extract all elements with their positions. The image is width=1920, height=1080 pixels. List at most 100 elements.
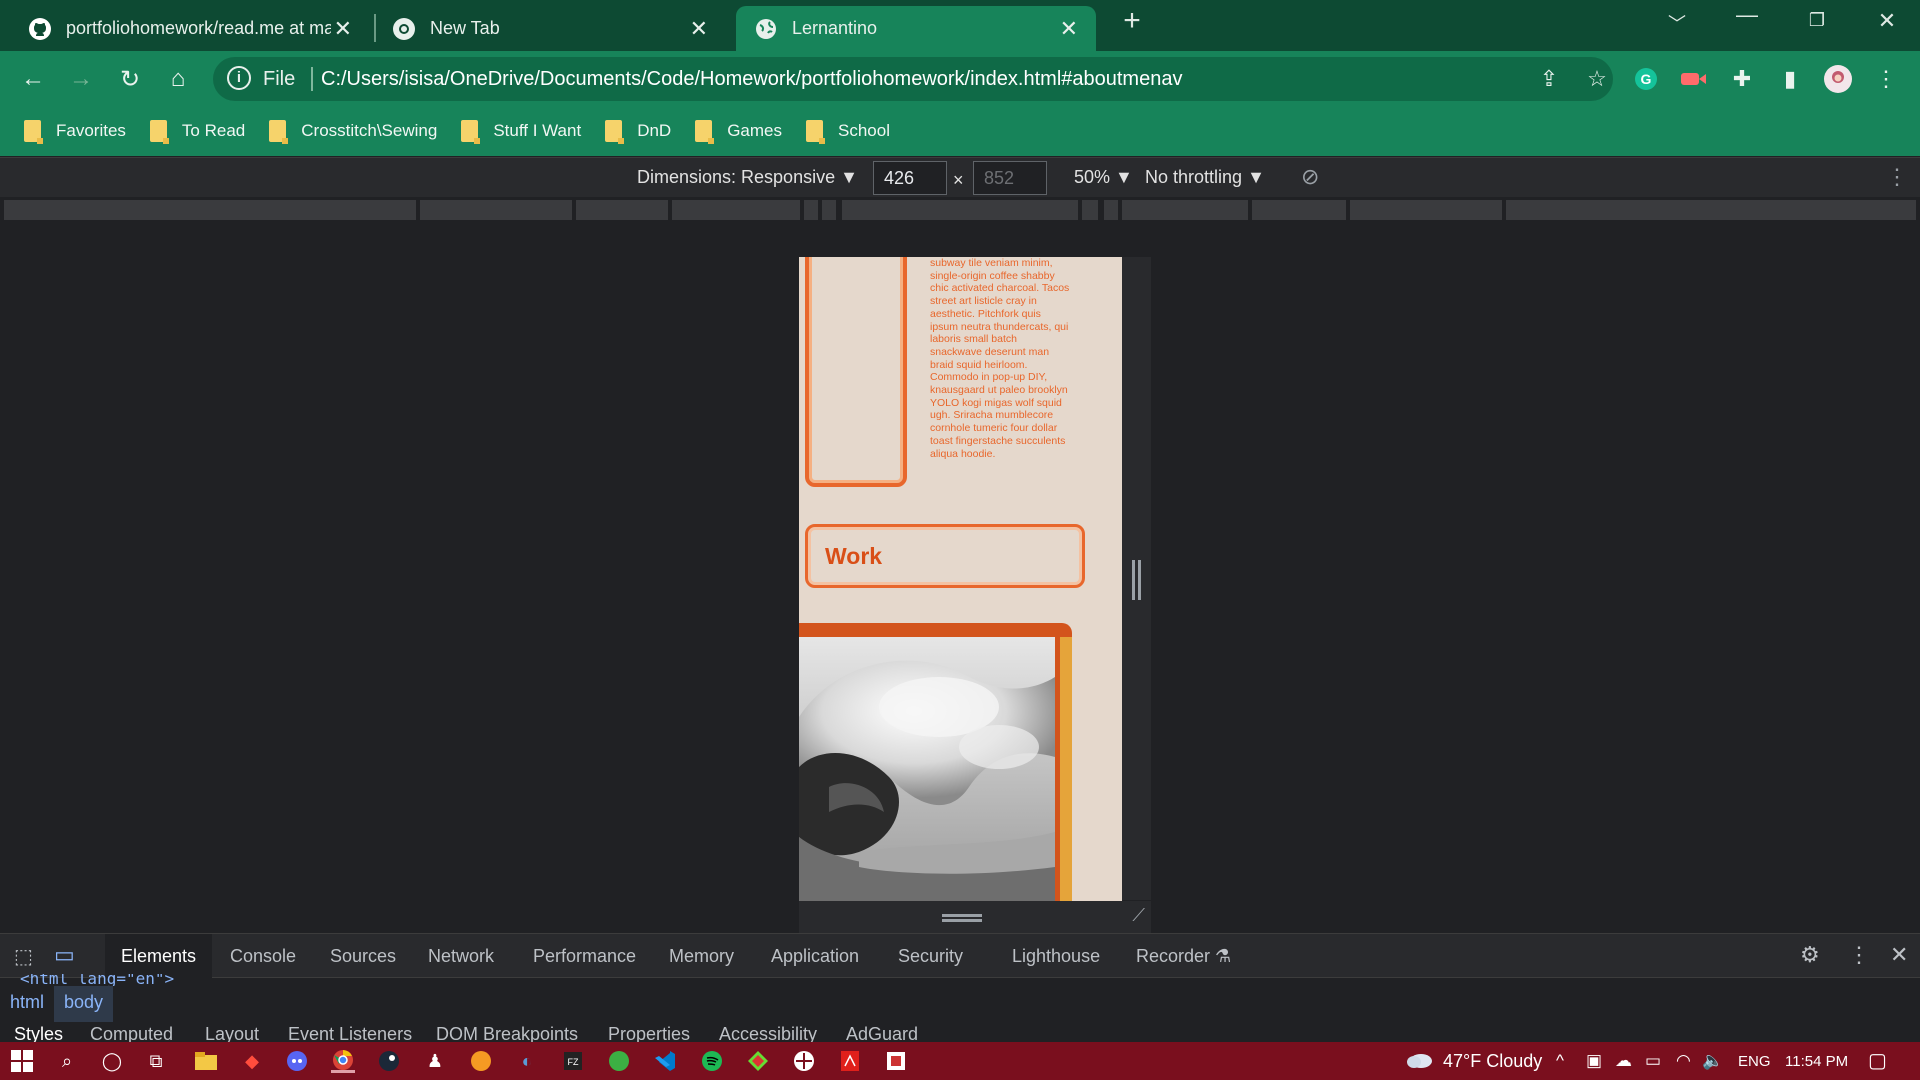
bookmark-star-icon[interactable]: ☆ <box>1581 63 1613 95</box>
media-query-bar[interactable] <box>0 198 1920 224</box>
media-query-segment[interactable] <box>1350 200 1502 220</box>
bookmark-folder[interactable]: School <box>806 120 890 144</box>
tab-lighthouse[interactable]: Lighthouse <box>1012 946 1100 967</box>
battery-icon[interactable]: ▭ <box>1645 1051 1661 1071</box>
bookmark-folder[interactable]: To Read <box>149 120 245 144</box>
subtab-adguard[interactable]: AdGuard <box>846 1024 918 1044</box>
side-panel-icon[interactable]: ▮ <box>1774 63 1806 95</box>
bookmark-folder[interactable]: Crosstitch\Sewing <box>269 120 437 144</box>
meet-now-icon[interactable]: ▣ <box>1586 1051 1602 1071</box>
restore-icon[interactable]: ❐ <box>1797 10 1837 31</box>
viewport-resize-handle-right[interactable] <box>1122 257 1151 900</box>
back-icon[interactable]: ← <box>15 61 51 97</box>
home-icon[interactable]: ⌂ <box>160 61 196 97</box>
media-query-segment[interactable] <box>842 200 1078 220</box>
info-icon[interactable]: i <box>227 66 251 90</box>
onedrive-icon[interactable]: ☁ <box>1615 1051 1632 1071</box>
clock[interactable]: 11:54 PM <box>1785 1053 1848 1070</box>
show-hidden-icons-chevron[interactable]: ^ <box>1556 1051 1564 1071</box>
dom-tree-line[interactable]: <html lang="en"> <box>20 974 174 986</box>
bookmark-folder[interactable]: Games <box>695 120 782 144</box>
tab-application[interactable]: Application <box>771 946 859 967</box>
tab-search-icon[interactable]: ﹀ <box>1657 10 1697 36</box>
discord-icon[interactable] <box>285 1049 309 1073</box>
volume-icon[interactable]: 🔈 <box>1702 1051 1723 1071</box>
close-window-icon[interactable]: ✕ <box>1867 8 1907 34</box>
breadcrumb-body[interactable]: body <box>54 986 114 1022</box>
tab-sources[interactable]: Sources <box>330 946 396 967</box>
menu-kebab-icon[interactable]: ⋮ <box>1870 63 1902 95</box>
wave-image[interactable] <box>799 637 1055 901</box>
forward-icon[interactable]: → <box>63 61 99 97</box>
app-red-icon[interactable]: ◆ <box>240 1049 264 1073</box>
media-query-segment[interactable] <box>672 200 800 220</box>
minimize-icon[interactable]: — <box>1727 2 1767 28</box>
wifi-icon[interactable]: ◠ <box>1676 1051 1691 1071</box>
media-query-segment[interactable] <box>1122 200 1248 220</box>
device-toggle-icon[interactable]: ▭ <box>54 942 75 968</box>
media-query-segment[interactable] <box>576 200 668 220</box>
close-tab-icon[interactable]: ✕ <box>334 16 352 42</box>
task-view-icon[interactable]: ⧉ <box>144 1049 168 1073</box>
bookmark-folder[interactable]: Favorites <box>24 120 126 144</box>
throttling-dropdown[interactable]: No throttling ▼ <box>1145 167 1265 188</box>
app-pixel-icon[interactable] <box>884 1049 908 1073</box>
bookmark-folder[interactable]: Stuff I Want <box>461 120 581 144</box>
app-diamond-icon[interactable] <box>746 1049 770 1073</box>
media-query-segment[interactable] <box>1506 200 1916 220</box>
app-green-icon[interactable] <box>607 1049 631 1073</box>
reload-icon[interactable]: ↻ <box>112 61 148 97</box>
tab-memory[interactable]: Memory <box>669 946 734 967</box>
app-blue-icon[interactable]: ◐ <box>515 1049 539 1073</box>
subtab-event-listeners[interactable]: Event Listeners <box>288 1024 412 1044</box>
tab-new-tab[interactable]: New Tab ✕ <box>376 6 726 51</box>
media-query-segment[interactable] <box>822 200 836 220</box>
subtab-computed[interactable]: Computed <box>90 1024 173 1044</box>
resize-corner-icon[interactable]: ⟋ <box>1132 905 1145 926</box>
media-query-segment[interactable] <box>4 200 416 220</box>
media-query-segment[interactable] <box>804 200 818 220</box>
chrome-taskbar-icon[interactable] <box>331 1049 355 1073</box>
subtab-layout[interactable]: Layout <box>205 1024 259 1044</box>
breadcrumb-html[interactable]: html <box>0 986 54 1022</box>
close-devtools-icon[interactable]: ✕ <box>1890 942 1908 968</box>
width-input[interactable]: 426 <box>873 161 947 195</box>
tab-security[interactable]: Security <box>898 946 963 967</box>
tab-github[interactable]: portfoliohomework/read.me at main ✕ <box>0 6 370 51</box>
height-input[interactable]: 852 <box>973 161 1047 195</box>
app-calculator-icon[interactable]: FZ <box>561 1049 585 1073</box>
windows-start-icon[interactable] <box>10 1049 34 1073</box>
more-options-icon[interactable]: ⋮ <box>1886 164 1908 190</box>
project-card[interactable] <box>799 623 1072 901</box>
app-orange-icon[interactable] <box>469 1049 493 1073</box>
subtab-properties[interactable]: Properties <box>608 1024 690 1044</box>
extension-record-icon[interactable] <box>1678 63 1710 95</box>
bookmark-folder[interactable]: DnD <box>605 120 671 144</box>
extensions-puzzle-icon[interactable]: ✚ <box>1726 63 1758 95</box>
app-compass-icon[interactable] <box>792 1049 816 1073</box>
tab-lernantino[interactable]: Lernantino ✕ <box>736 6 1096 51</box>
vscode-icon[interactable] <box>653 1049 677 1073</box>
url-text[interactable]: C:/Users/isisa/OneDrive/Documents/Code/H… <box>321 68 1182 91</box>
subtab-dom-breakpoints[interactable]: DOM Breakpoints <box>436 1024 578 1044</box>
resize-grip[interactable] <box>1132 560 1141 600</box>
rotate-icon[interactable]: ⊘ <box>1301 164 1319 190</box>
dimensions-dropdown[interactable]: Dimensions: Responsive ▼ <box>637 167 858 188</box>
media-query-segment[interactable] <box>1104 200 1118 220</box>
cortana-icon[interactable]: ◯ <box>100 1049 124 1073</box>
more-options-icon[interactable]: ⋮ <box>1848 942 1870 968</box>
resize-grip[interactable] <box>942 914 982 922</box>
close-tab-icon[interactable]: ✕ <box>690 16 708 42</box>
search-icon[interactable]: ⌕ <box>55 1049 79 1073</box>
emulated-page[interactable]: subway tile veniam minim, single-origin … <box>799 257 1122 901</box>
acrobat-icon[interactable] <box>838 1049 862 1073</box>
viewport-resize-handle-bottom[interactable]: ⟋ <box>799 901 1151 933</box>
file-explorer-icon[interactable] <box>194 1049 218 1073</box>
media-query-segment[interactable] <box>1082 200 1098 220</box>
tab-console[interactable]: Console <box>230 946 296 967</box>
tab-network[interactable]: Network <box>428 946 494 967</box>
subtab-accessibility[interactable]: Accessibility <box>719 1024 817 1044</box>
media-query-segment[interactable] <box>420 200 572 220</box>
address-bar[interactable]: i File C:/Users/isisa/OneDrive/Documents… <box>213 57 1613 101</box>
spotify-icon[interactable] <box>700 1049 724 1073</box>
